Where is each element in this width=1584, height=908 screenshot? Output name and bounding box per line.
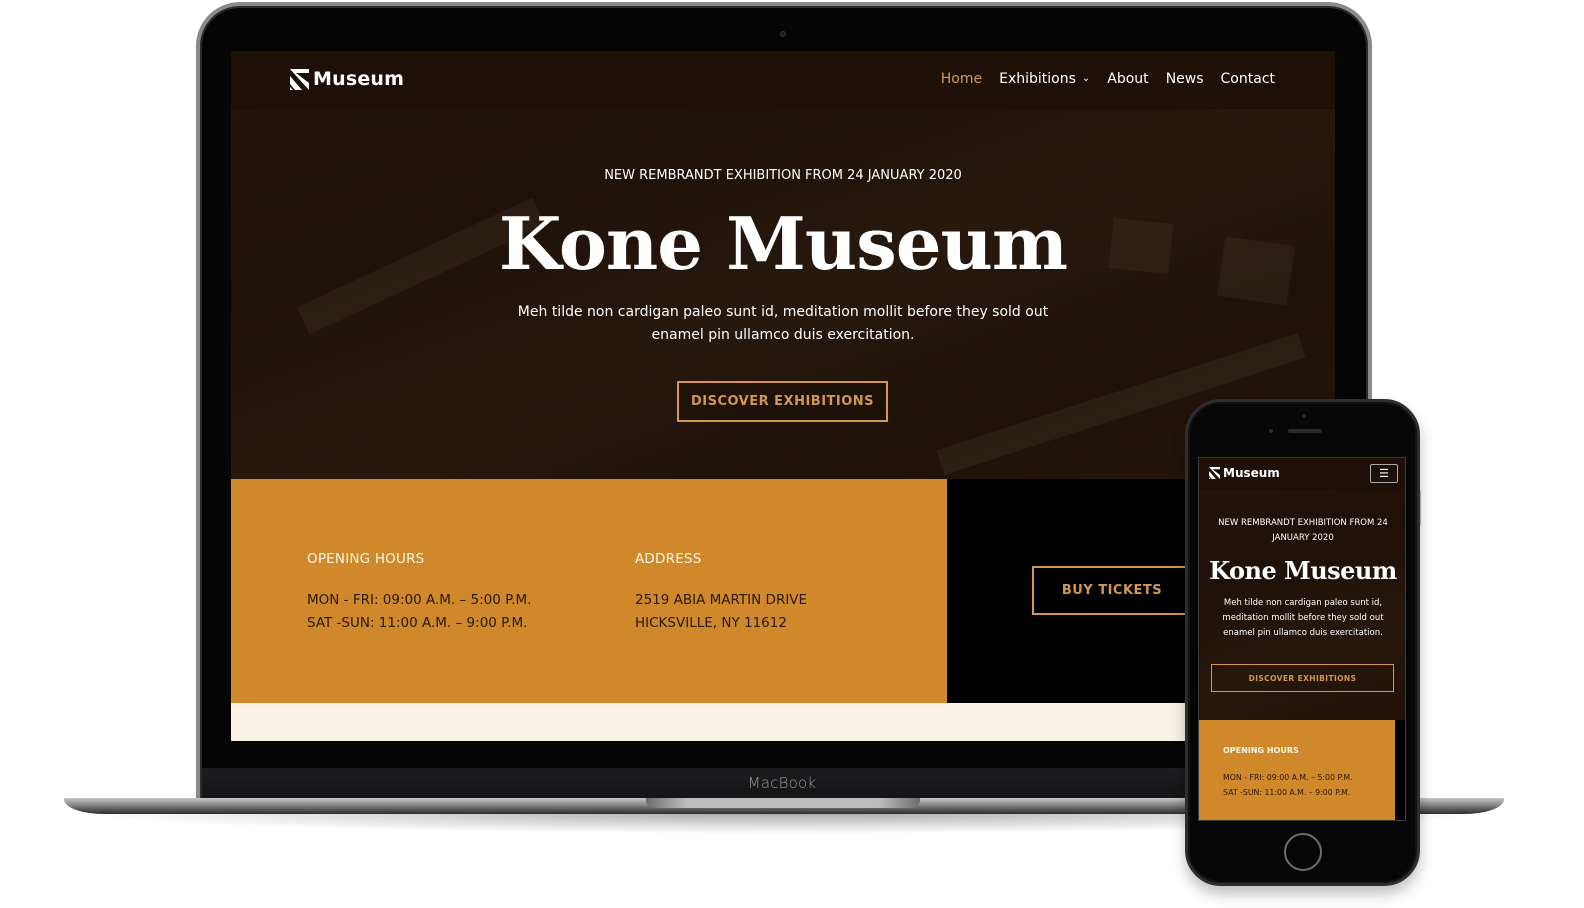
laptop-camera — [780, 31, 786, 37]
opening-hours-heading: OPENING HOURS — [307, 551, 425, 567]
opening-hours-line: SAT -SUN: 11:00 A.M. – 9:00 P.M. — [307, 615, 528, 631]
next-section-preview — [231, 703, 1335, 741]
site-logo[interactable]: Museum — [290, 68, 404, 90]
mobile-info-band: OPENING HOURS MON - FRI: 09:00 A.M. – 5:… — [1199, 720, 1395, 820]
mobile-header: Museum ☰ — [1199, 458, 1405, 490]
hero-section: NEW REMBRANDT EXHIBITION FROM 24 JANUARY… — [231, 51, 1335, 479]
hamburger-menu-button[interactable]: ☰ — [1370, 464, 1398, 483]
address: ADDRESS 2519 ABIA MARTIN DRIVE HICKSVILL… — [635, 551, 807, 635]
phone-screen: NEW REMBRANDT EXHIBITION FROM 24 JANUARY… — [1198, 457, 1406, 821]
nav-about[interactable]: About — [1107, 71, 1148, 87]
mobile-hero-description: Meh tilde non cardigan paleo sunt id, me… — [1222, 598, 1384, 638]
mobile-discover-exhibitions-button[interactable]: DISCOVER EXHIBITIONS — [1211, 664, 1394, 692]
address-line: HICKSVILLE, NY 11612 — [635, 615, 787, 631]
phone-home-button — [1284, 833, 1322, 871]
mobile-hero: NEW REMBRANDT EXHIBITION FROM 24 JANUARY… — [1199, 458, 1405, 720]
mobile-opening-hours-line: MON - FRI: 09:00 A.M. – 5:00 P.M. — [1223, 773, 1353, 782]
site-header: Museum Home Exhibitions ⌄ About News Cont… — [231, 51, 1335, 109]
discover-exhibitions-button[interactable]: DISCOVER EXHIBITIONS — [677, 381, 888, 422]
museum-logo-icon — [1209, 467, 1220, 479]
chevron-down-icon: ⌄ — [1081, 72, 1091, 84]
nav-exhibitions-label: Exhibitions — [999, 71, 1076, 87]
address-line: 2519 ABIA MARTIN DRIVE — [635, 592, 808, 608]
buy-tickets-button[interactable]: BUY TICKETS — [1032, 566, 1192, 615]
mobile-opening-hours-heading: OPENING HOURS — [1223, 746, 1299, 755]
mobile-brand-name: Museum — [1223, 466, 1280, 480]
nav-contact-label: Contact — [1220, 71, 1275, 87]
main-nav: Home Exhibitions ⌄ About News Contact — [941, 71, 1275, 87]
laptop-notch — [646, 798, 920, 808]
address-heading: ADDRESS — [635, 551, 702, 567]
laptop-screen: NEW REMBRANDT EXHIBITION FROM 24 JANUARY… — [231, 51, 1335, 741]
nav-home-label: Home — [940, 71, 983, 87]
nav-news[interactable]: News — [1166, 71, 1204, 87]
nav-home[interactable]: Home — [941, 71, 982, 87]
mobile-opening-hours-line: SAT -SUN: 11:00 A.M. – 9:00 P.M. — [1223, 788, 1351, 797]
mobile-tickets-edge — [1395, 720, 1405, 820]
phone-sensor — [1269, 429, 1273, 433]
mobile-hero-title: Kone Museum — [1209, 556, 1397, 585]
nav-about-label: About — [1107, 71, 1149, 87]
phone-camera — [1302, 414, 1306, 418]
hero-description-line2: enamel pin ullamco duis exercitation. — [651, 327, 915, 343]
opening-hours: OPENING HOURS MON - FRI: 09:00 A.M. – 5:… — [307, 551, 531, 635]
nav-news-label: News — [1165, 71, 1204, 87]
hero-title: Kone Museum — [498, 201, 1068, 286]
mobile-logo[interactable]: Museum — [1209, 466, 1280, 480]
hero-description-line1: Meh tilde non cardigan paleo sunt id, me… — [517, 304, 1049, 320]
museum-logo-icon — [290, 68, 309, 90]
info-band: OPENING HOURS MON - FRI: 09:00 A.M. – 5:… — [231, 479, 947, 703]
hero-eyebrow: NEW REMBRANDT EXHIBITION FROM 24 JANUARY… — [604, 168, 962, 183]
mobile-hero-eyebrow: NEW REMBRANDT EXHIBITION FROM 24 JANUARY… — [1218, 518, 1388, 543]
phone-speaker — [1288, 429, 1322, 433]
site-brand-name: Museum — [313, 68, 405, 90]
mobile-opening-hours: MON - FRI: 09:00 A.M. – 5:00 P.M. SAT -S… — [1223, 770, 1353, 800]
nav-exhibitions[interactable]: Exhibitions ⌄ — [999, 71, 1090, 87]
opening-hours-line: MON - FRI: 09:00 A.M. – 5:00 P.M. — [307, 592, 532, 608]
hero-description: Meh tilde non cardigan paleo sunt id, me… — [503, 301, 1063, 347]
nav-contact[interactable]: Contact — [1221, 71, 1275, 87]
hamburger-icon: ☰ — [1379, 468, 1389, 480]
